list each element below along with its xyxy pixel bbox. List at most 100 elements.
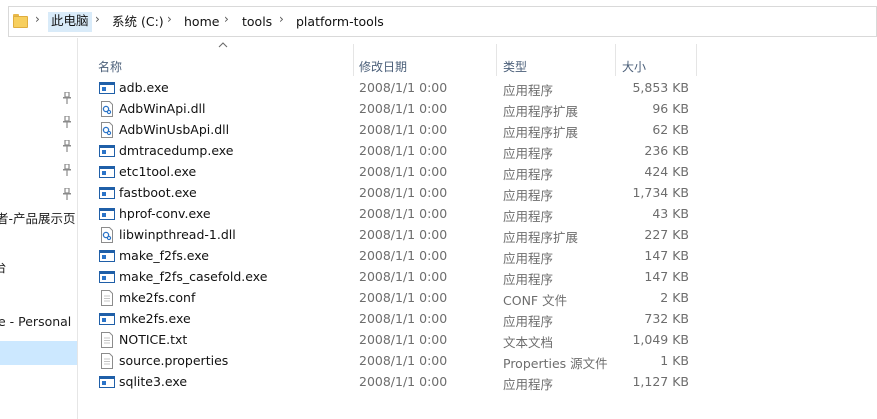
- file-row[interactable]: hprof-conv.exe 2008/1/1 0:00 应用程序 43 KB: [98, 204, 698, 225]
- folder-icon: [13, 14, 28, 28]
- file-type: 应用程序: [503, 83, 554, 98]
- dll-icon: [99, 227, 115, 243]
- file-name: dmtracedump.exe: [119, 143, 234, 158]
- file-icon: [99, 353, 115, 369]
- file-size: 5,853 KB: [632, 80, 689, 95]
- breadcrumb-separator[interactable]: ›: [224, 12, 229, 26]
- application-icon: [99, 248, 115, 264]
- file-date: 2008/1/1 0:00: [359, 269, 448, 284]
- file-name: source.properties: [119, 353, 229, 368]
- application-icon: [99, 80, 115, 96]
- application-icon: [99, 374, 115, 390]
- file-name: sqlite3.exe: [119, 374, 188, 389]
- file-type: 应用程序: [503, 377, 554, 392]
- file-name: mke2fs.conf: [119, 290, 196, 305]
- application-icon: [99, 269, 115, 285]
- nav-item-truncated[interactable]: 台: [0, 257, 7, 276]
- navigation-pane[interactable]: 者-产品展示页 台 e - Personal: [0, 38, 78, 419]
- file-row[interactable]: fastboot.exe 2008/1/1 0:00 应用程序 1,734 KB: [98, 183, 698, 204]
- file-type: 应用程序扩展: [503, 230, 579, 245]
- file-date: 2008/1/1 0:00: [359, 185, 448, 200]
- dll-icon: [99, 122, 115, 138]
- breadcrumb-this-pc[interactable]: 此电脑: [48, 12, 92, 32]
- file-row[interactable]: make_f2fs_casefold.exe 2008/1/1 0:00 应用程序 1…: [98, 267, 698, 288]
- sort-ascending-icon[interactable]: [218, 42, 228, 48]
- column-name[interactable]: 名称: [98, 58, 122, 74]
- file-date: 2008/1/1 0:00: [359, 290, 448, 305]
- file-size: 1,734 KB: [632, 185, 689, 200]
- breadcrumb-platform-tools[interactable]: platform-tools: [296, 13, 384, 33]
- breadcrumb-home[interactable]: home: [184, 13, 219, 33]
- pin-icon[interactable]: [62, 140, 72, 152]
- file-date: 2008/1/1 0:00: [359, 353, 448, 368]
- file-size: 1,127 KB: [632, 374, 689, 389]
- file-name: libwinpthread-1.dll: [119, 227, 236, 242]
- file-row[interactable]: sqlite3.exe 2008/1/1 0:00 应用程序 1,127 KB: [98, 372, 698, 393]
- file-size: 147 KB: [644, 269, 689, 284]
- file-date: 2008/1/1 0:00: [359, 164, 448, 179]
- file-row[interactable]: make_f2fs.exe 2008/1/1 0:00 应用程序 147 KB: [98, 246, 698, 267]
- file-size: 96 KB: [652, 101, 689, 116]
- file-name: mke2fs.exe: [119, 311, 191, 326]
- file-date: 2008/1/1 0:00: [359, 374, 448, 389]
- file-row[interactable]: libwinpthread-1.dll 2008/1/1 0:00 应用程序扩展 22…: [98, 225, 698, 246]
- file-size: 1 KB: [660, 353, 689, 368]
- file-row[interactable]: AdbWinApi.dll 2008/1/1 0:00 应用程序扩展 96 KB: [98, 99, 698, 120]
- file-size: 424 KB: [644, 164, 689, 179]
- file-size: 147 KB: [644, 248, 689, 263]
- breadcrumb-separator[interactable]: ›: [95, 12, 100, 26]
- file-date: 2008/1/1 0:00: [359, 206, 448, 221]
- breadcrumb-separator[interactable]: ›: [279, 12, 284, 26]
- column-type[interactable]: 类型: [503, 58, 527, 74]
- application-icon: [99, 164, 115, 180]
- file-icon: [99, 290, 115, 306]
- pin-icon[interactable]: [62, 116, 72, 128]
- file-type: 应用程序: [503, 251, 554, 266]
- file-name: hprof-conv.exe: [119, 206, 211, 221]
- breadcrumb-system-c[interactable]: 系统 (C:): [112, 13, 164, 33]
- column-divider[interactable]: [353, 44, 354, 76]
- pin-icon[interactable]: [62, 92, 72, 104]
- file-row[interactable]: dmtracedump.exe 2008/1/1 0:00 应用程序 236 KB: [98, 141, 698, 162]
- breadcrumb-separator[interactable]: ›: [167, 12, 172, 26]
- file-type: CONF 文件: [503, 293, 568, 308]
- file-type: 应用程序扩展: [503, 125, 579, 140]
- file-icon: [99, 332, 115, 348]
- file-row[interactable]: AdbWinUsbApi.dll 2008/1/1 0:00 应用程序扩展 62 KB: [98, 120, 698, 141]
- file-size: 1,049 KB: [632, 332, 689, 347]
- file-type: 应用程序: [503, 272, 554, 287]
- file-row[interactable]: etc1tool.exe 2008/1/1 0:00 应用程序 424 KB: [98, 162, 698, 183]
- pin-icon[interactable]: [62, 164, 72, 176]
- file-name: make_f2fs.exe: [119, 248, 209, 263]
- pin-icon[interactable]: [62, 188, 72, 200]
- column-size[interactable]: 大小: [622, 58, 646, 74]
- application-icon: [99, 206, 115, 222]
- file-type: 应用程序: [503, 167, 554, 182]
- file-row[interactable]: NOTICE.txt 2008/1/1 0:00 文本文档 1,049 KB: [98, 330, 698, 351]
- file-row[interactable]: source.properties 2008/1/1 0:00 Properties…: [98, 351, 698, 372]
- column-header: 名称 修改日期 类型 大小: [78, 38, 877, 76]
- nav-item-onedrive-personal[interactable]: e - Personal: [0, 314, 71, 329]
- file-name: AdbWinUsbApi.dll: [119, 122, 230, 137]
- file-name: fastboot.exe: [119, 185, 197, 200]
- column-divider[interactable]: [496, 44, 497, 76]
- breadcrumb-separator[interactable]: ›: [35, 12, 40, 26]
- file-row[interactable]: adb.exe 2008/1/1 0:00 应用程序 5,853 KB: [98, 78, 698, 99]
- file-date: 2008/1/1 0:00: [359, 101, 448, 116]
- nav-item-selected[interactable]: [0, 341, 77, 365]
- application-icon: [99, 143, 115, 159]
- address-bar[interactable]: › 此电脑 › 系统 (C:) › home › tools › platfor…: [8, 6, 877, 37]
- file-size: 732 KB: [644, 311, 689, 326]
- application-icon: [99, 185, 115, 201]
- file-row[interactable]: mke2fs.exe 2008/1/1 0:00 应用程序 732 KB: [98, 309, 698, 330]
- file-row[interactable]: mke2fs.conf 2008/1/1 0:00 CONF 文件 2 KB: [98, 288, 698, 309]
- file-size: 43 KB: [652, 206, 689, 221]
- dll-icon: [99, 101, 115, 117]
- breadcrumb-tools[interactable]: tools: [242, 13, 272, 33]
- file-size: 236 KB: [644, 143, 689, 158]
- column-date[interactable]: 修改日期: [359, 58, 407, 74]
- file-name: AdbWinApi.dll: [119, 101, 206, 116]
- nav-item-product-page[interactable]: 者-产品展示页: [0, 208, 76, 227]
- column-divider[interactable]: [696, 44, 697, 76]
- column-divider[interactable]: [615, 44, 616, 76]
